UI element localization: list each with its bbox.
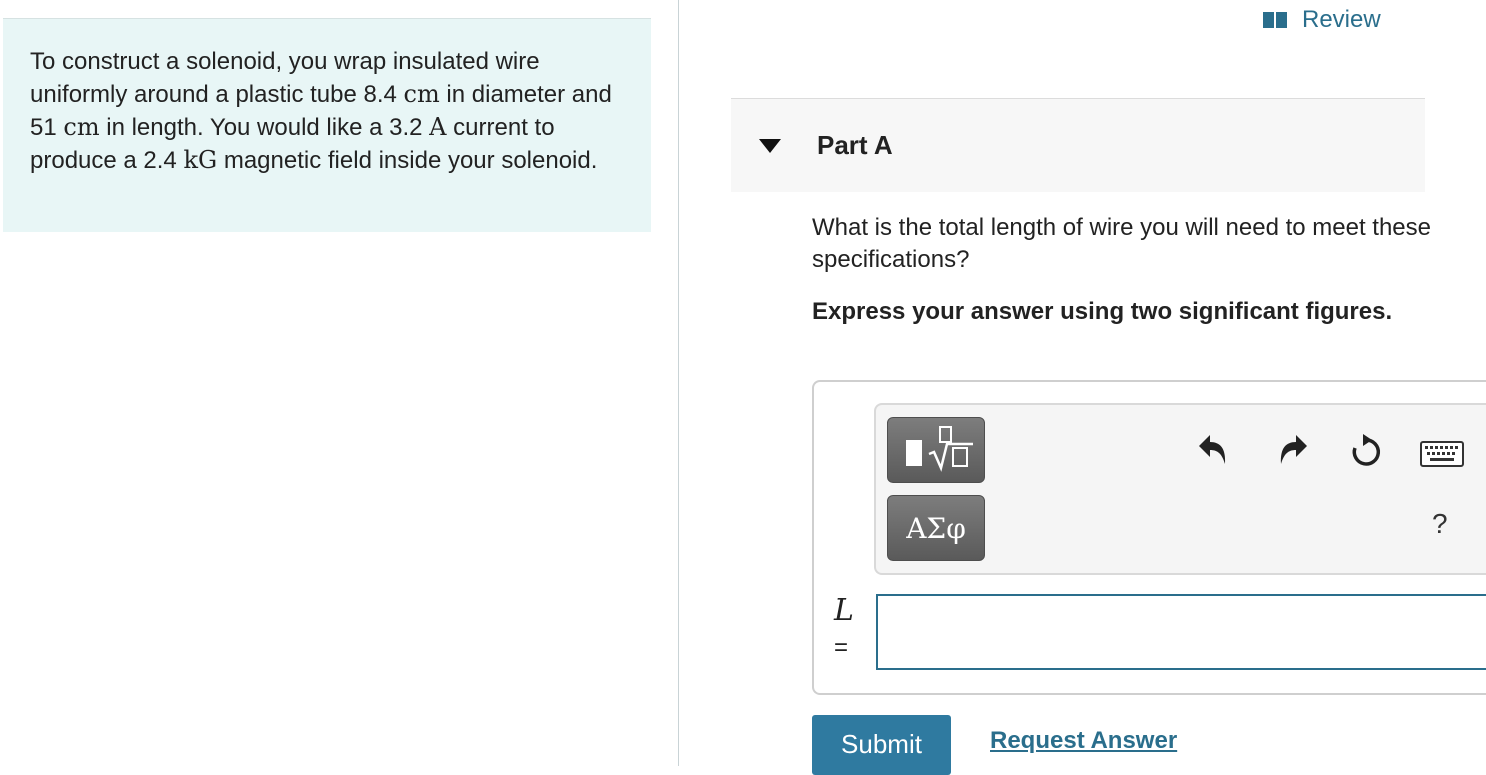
reset-icon[interactable]	[1348, 434, 1384, 470]
equals-sign: =	[834, 634, 849, 661]
request-answer-link[interactable]: Request Answer	[990, 727, 1177, 755]
problem-statement: To construct a solenoid, you wrap insula…	[30, 46, 630, 177]
answer-instruction: Express your answer using two significan…	[812, 298, 1393, 325]
part-header[interactable]: Part A	[731, 98, 1425, 192]
submit-button[interactable]: Submit	[812, 715, 951, 775]
math-unit: A	[429, 113, 447, 141]
undo-icon[interactable]	[1196, 432, 1230, 466]
column-divider	[678, 0, 679, 766]
review-label: Review	[1302, 6, 1381, 33]
problem-text-segment: in length. You would like a 3.2	[99, 114, 430, 141]
greek-symbols-button[interactable]: ΑΣφ	[887, 495, 985, 561]
question-prompt: What is the total length of wire you wil…	[812, 214, 1431, 273]
templates-sqrt-icon	[906, 426, 973, 472]
answer-variable-label: L	[834, 593, 854, 628]
part-title: Part A	[817, 130, 893, 160]
review-link[interactable]: Review	[1262, 6, 1381, 34]
templates-button[interactable]	[887, 417, 985, 483]
problem-text-segment: magnetic field inside your solenoid.	[217, 147, 598, 174]
math-unit: cm	[403, 80, 440, 108]
redo-icon[interactable]	[1276, 432, 1310, 466]
help-button[interactable]: ?	[1432, 508, 1448, 540]
problem-panel: To construct a solenoid, you wrap insula…	[3, 18, 651, 232]
caret-down-icon	[759, 139, 781, 153]
answer-input[interactable]	[876, 594, 1486, 670]
keyboard-icon[interactable]	[1420, 441, 1464, 467]
math-unit: kG	[183, 146, 218, 174]
book-icon	[1263, 12, 1287, 28]
math-unit: cm	[63, 113, 100, 141]
